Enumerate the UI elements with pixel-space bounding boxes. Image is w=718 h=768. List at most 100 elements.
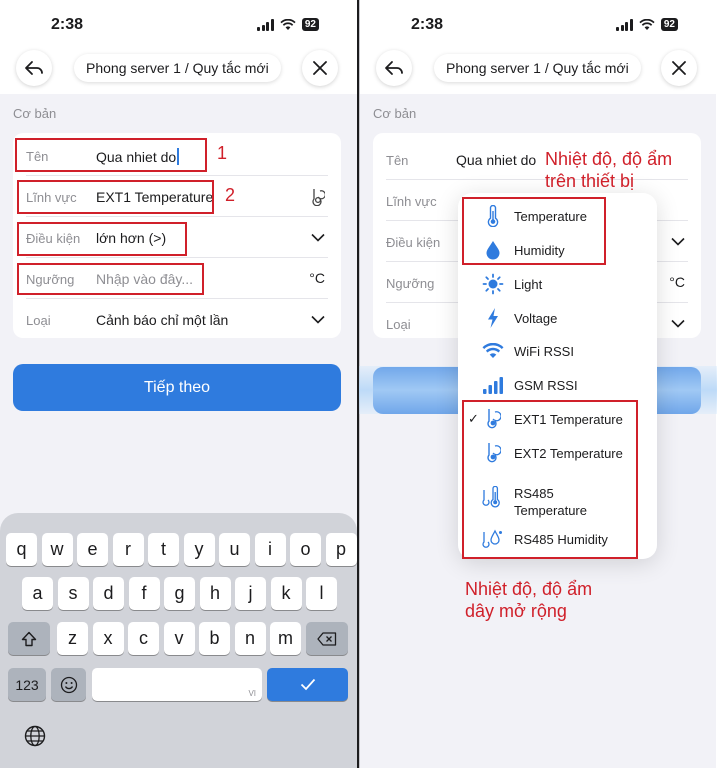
cell-signal-icon <box>482 374 504 396</box>
key-r[interactable]: r <box>112 533 144 566</box>
highlight-box-onboard-sensors <box>462 197 606 265</box>
done-key[interactable] <box>267 668 348 701</box>
dropdown-item-voltage[interactable]: Voltage <box>458 303 657 333</box>
close-button[interactable] <box>661 50 697 86</box>
status-time: 2:38 <box>51 16 84 33</box>
threshold-label: Ngưỡng <box>386 276 435 291</box>
globe-key[interactable] <box>23 724 47 748</box>
cell-signal-icon <box>257 18 274 31</box>
annotation-ext-sensors: Nhiệt độ, độ ẩm dây mở rộng <box>465 579 593 621</box>
bolt-icon <box>482 307 504 329</box>
annotation-onboard-sensors: Nhiệt độ, độ ẩm trên thiết bị <box>545 149 673 191</box>
close-icon <box>672 61 686 75</box>
shift-icon <box>21 631 37 646</box>
backspace-key[interactable] <box>306 622 348 655</box>
dropdown-item-gsm-rssi[interactable]: GSM RSSI <box>458 370 657 400</box>
sun-icon <box>482 273 504 295</box>
field-label: Lĩnh vực <box>386 194 437 209</box>
page-title: Phong server 1 / Quy tắc mới <box>434 54 641 82</box>
status-bar: 2:38 92 <box>360 0 716 46</box>
battery-indicator: 92 <box>660 18 678 31</box>
key-h[interactable]: h <box>199 577 231 610</box>
type-select[interactable]: Cảnh báo chỉ một lần <box>96 312 228 328</box>
battery-indicator: 92 <box>301 18 319 31</box>
backspace-icon <box>317 631 337 646</box>
chevron-down-icon <box>311 229 325 245</box>
back-button[interactable] <box>16 50 52 86</box>
wifi-icon <box>639 18 655 30</box>
keyboard: qwertyuiop asdfghjkl zxcvbnm 123 VI <box>0 513 357 768</box>
numbers-key[interactable]: 123 <box>8 668 46 701</box>
key-f[interactable]: f <box>128 577 160 610</box>
chevron-down-icon <box>311 311 325 327</box>
key-t[interactable]: t <box>148 533 179 566</box>
next-button[interactable]: Tiếp theo <box>13 364 341 411</box>
nav-bar: Phong server 1 / Quy tắc mới <box>0 46 357 94</box>
checkmark-icon <box>300 678 315 691</box>
key-k[interactable]: k <box>270 577 302 610</box>
key-l[interactable]: l <box>306 577 337 610</box>
status-bar: 2:38 92 <box>0 0 357 46</box>
annotation-marker-2: 2 <box>225 185 236 205</box>
shift-key[interactable] <box>8 622 50 655</box>
emoji-key[interactable] <box>51 668 86 701</box>
key-y[interactable]: y <box>183 533 215 566</box>
key-n[interactable]: n <box>234 622 266 655</box>
key-i[interactable]: i <box>254 533 286 566</box>
chevron-down-icon <box>671 233 685 249</box>
key-u[interactable]: u <box>219 533 250 566</box>
condition-label: Điều kiện <box>386 235 441 250</box>
key-s[interactable]: s <box>57 577 89 610</box>
left-screen: 2:38 92 Phong server 1 / Quy tắc mới Cơ … <box>0 0 357 768</box>
dropdown-item-light[interactable]: Light <box>458 269 657 299</box>
key-e[interactable]: e <box>77 533 108 566</box>
close-icon <box>313 61 327 75</box>
section-label: Cơ bản <box>13 106 57 121</box>
key-d[interactable]: d <box>93 577 124 610</box>
highlight-box-ext-sensors <box>462 400 638 559</box>
key-a[interactable]: a <box>22 577 53 610</box>
key-x[interactable]: x <box>92 622 124 655</box>
wifi-icon <box>482 340 504 362</box>
key-c[interactable]: c <box>128 622 159 655</box>
key-j[interactable]: j <box>235 577 266 610</box>
key-g[interactable]: g <box>164 577 195 610</box>
status-time: 2:38 <box>411 16 444 33</box>
key-o[interactable]: o <box>290 533 321 566</box>
type-label: Loại <box>26 313 51 328</box>
threshold-unit: °C <box>309 270 325 286</box>
cell-signal-icon <box>616 18 633 31</box>
back-arrow-icon <box>25 61 43 75</box>
name-input[interactable]: Qua nhiet do <box>456 152 536 168</box>
globe-icon <box>24 725 46 747</box>
page-title: Phong server 1 / Quy tắc mới <box>74 54 281 82</box>
probe-icon <box>311 188 326 209</box>
highlight-box-threshold <box>17 263 204 295</box>
key-p[interactable]: p <box>325 533 357 566</box>
key-w[interactable]: w <box>41 533 73 566</box>
emoji-icon <box>60 676 77 693</box>
type-label: Loại <box>386 317 411 332</box>
key-b[interactable]: b <box>199 622 230 655</box>
type-row[interactable]: Loại Cảnh báo chỉ một lần <box>13 299 341 340</box>
section-label: Cơ bản <box>373 106 417 121</box>
key-q[interactable]: q <box>6 533 37 566</box>
chevron-down-icon <box>671 315 685 331</box>
space-key[interactable]: VI <box>92 668 262 701</box>
highlight-box-condition <box>17 222 187 256</box>
key-v[interactable]: v <box>163 622 195 655</box>
back-button[interactable] <box>376 50 412 86</box>
close-button[interactable] <box>302 50 338 86</box>
nav-bar: Phong server 1 / Quy tắc mới <box>360 46 716 94</box>
key-z[interactable]: z <box>57 622 88 655</box>
wifi-icon <box>280 18 296 30</box>
threshold-unit: °C <box>669 274 685 290</box>
name-label: Tên <box>386 153 409 168</box>
language-hint: VI <box>248 689 256 698</box>
annotation-marker-1: 1 <box>217 143 228 163</box>
back-arrow-icon <box>385 61 403 75</box>
highlight-box-name <box>15 138 207 172</box>
highlight-box-field <box>17 180 214 214</box>
key-m[interactable]: m <box>270 622 301 655</box>
dropdown-item-wifi-rssi[interactable]: WiFi RSSI <box>458 336 657 366</box>
